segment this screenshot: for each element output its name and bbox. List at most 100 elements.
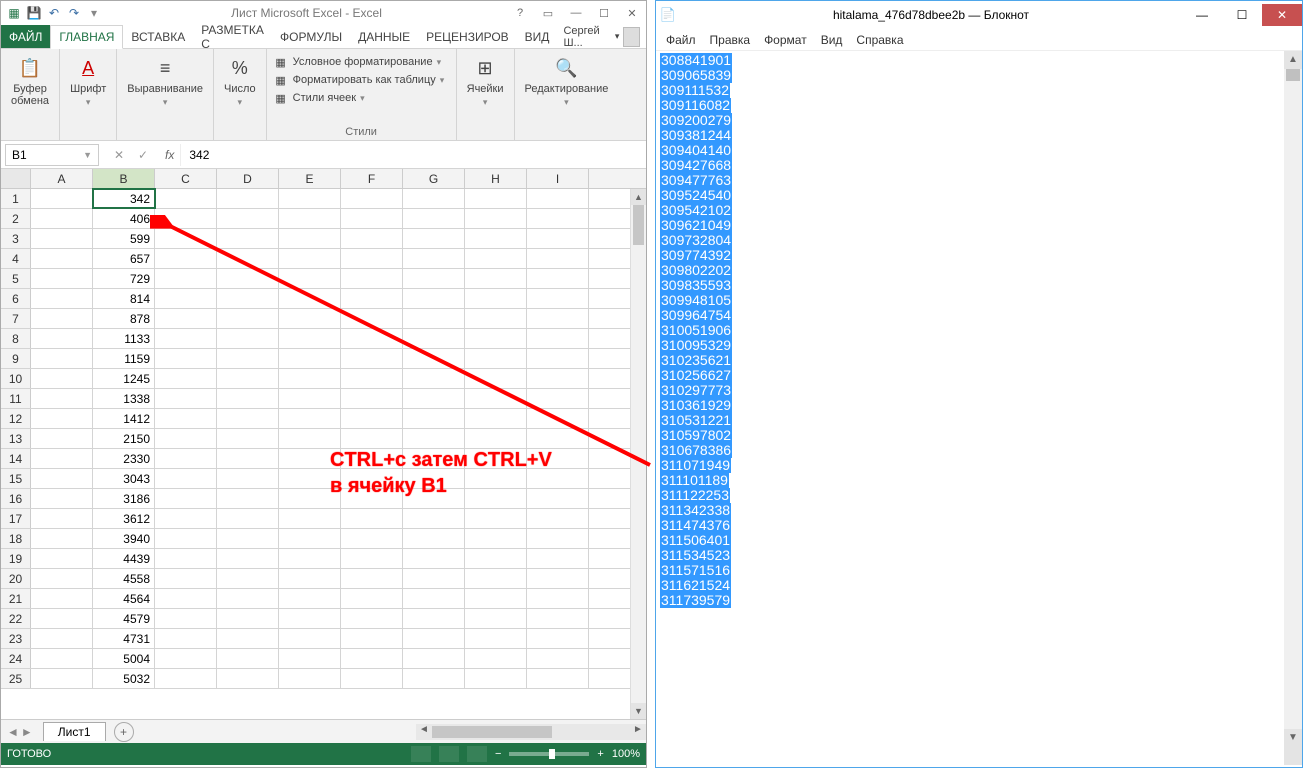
tab-data[interactable]: ДАННЫЕ (350, 25, 418, 48)
cell[interactable]: 1338 (93, 389, 155, 408)
cell[interactable] (403, 349, 465, 368)
cell[interactable] (341, 549, 403, 568)
cell[interactable] (341, 589, 403, 608)
cell[interactable] (341, 289, 403, 308)
cell[interactable] (403, 629, 465, 648)
cell[interactable] (341, 269, 403, 288)
cell[interactable] (279, 429, 341, 448)
row-header[interactable]: 4 (1, 249, 31, 268)
cell[interactable] (217, 429, 279, 448)
cell[interactable] (341, 349, 403, 368)
cell[interactable] (527, 229, 589, 248)
cell[interactable] (279, 309, 341, 328)
cell[interactable]: 599 (93, 229, 155, 248)
cell[interactable] (403, 269, 465, 288)
cell[interactable] (217, 629, 279, 648)
alignment-button[interactable]: ≡ Выравнивание ▾ (123, 53, 207, 110)
scroll-thumb[interactable] (633, 205, 644, 245)
cell[interactable] (465, 529, 527, 548)
column-header[interactable]: D (217, 169, 279, 188)
cell[interactable] (403, 189, 465, 208)
cell[interactable]: 5004 (93, 649, 155, 668)
cell[interactable]: 814 (93, 289, 155, 308)
cell[interactable] (341, 629, 403, 648)
cell[interactable] (217, 389, 279, 408)
cell[interactable]: 878 (93, 309, 155, 328)
cell[interactable] (341, 309, 403, 328)
page-break-view-icon[interactable] (467, 746, 487, 762)
row-header[interactable]: 8 (1, 329, 31, 348)
cell[interactable]: 729 (93, 269, 155, 288)
cell[interactable] (527, 589, 589, 608)
cell[interactable]: 1133 (93, 329, 155, 348)
cell[interactable] (279, 469, 341, 488)
tab-view[interactable]: ВИД (517, 25, 558, 48)
cell[interactable] (31, 609, 93, 628)
cell[interactable] (279, 549, 341, 568)
cancel-icon[interactable]: ✕ (111, 148, 127, 162)
cell[interactable] (155, 249, 217, 268)
cell[interactable] (341, 609, 403, 628)
cell[interactable] (341, 369, 403, 388)
cell[interactable] (403, 569, 465, 588)
cell[interactable] (217, 309, 279, 328)
cell[interactable] (217, 569, 279, 588)
cell[interactable] (403, 489, 465, 508)
cell[interactable] (31, 509, 93, 528)
cell[interactable] (527, 629, 589, 648)
cell[interactable]: 3940 (93, 529, 155, 548)
cell[interactable] (31, 329, 93, 348)
cell[interactable] (217, 469, 279, 488)
row-header[interactable]: 2 (1, 209, 31, 228)
cell[interactable] (465, 449, 527, 468)
cell[interactable] (31, 469, 93, 488)
scroll-up-icon[interactable]: ▲ (631, 189, 646, 205)
cell[interactable] (155, 209, 217, 228)
cell[interactable] (403, 229, 465, 248)
cell[interactable] (341, 189, 403, 208)
cell[interactable] (465, 569, 527, 588)
qat-customize-icon[interactable]: ▾ (85, 4, 103, 22)
paste-button[interactable]: 📋 Буфер обмена (7, 53, 53, 109)
row-header[interactable]: 11 (1, 389, 31, 408)
row-header[interactable]: 23 (1, 629, 31, 648)
cell[interactable] (341, 249, 403, 268)
cell[interactable] (527, 209, 589, 228)
cell[interactable] (403, 609, 465, 628)
cell[interactable] (527, 509, 589, 528)
cell[interactable] (341, 329, 403, 348)
scroll-down-icon[interactable]: ▼ (1284, 729, 1302, 747)
row-header[interactable]: 3 (1, 229, 31, 248)
cell[interactable] (341, 529, 403, 548)
cell[interactable] (279, 209, 341, 228)
cell[interactable] (217, 349, 279, 368)
row-header[interactable]: 16 (1, 489, 31, 508)
menu-format[interactable]: Формат (764, 33, 807, 47)
cell[interactable] (279, 569, 341, 588)
minimize-icon[interactable]: — (562, 3, 590, 23)
cell[interactable] (527, 469, 589, 488)
cell[interactable] (527, 409, 589, 428)
cell[interactable] (279, 529, 341, 548)
cell[interactable]: 1245 (93, 369, 155, 388)
cell[interactable] (155, 289, 217, 308)
cell[interactable] (465, 369, 527, 388)
cell[interactable] (31, 229, 93, 248)
close-icon[interactable]: ✕ (618, 3, 646, 23)
cell[interactable] (217, 509, 279, 528)
cell[interactable] (465, 609, 527, 628)
cell[interactable] (403, 369, 465, 388)
scroll-down-icon[interactable]: ▼ (631, 703, 646, 719)
cell[interactable] (465, 469, 527, 488)
menu-file[interactable]: Файл (666, 33, 696, 47)
tab-insert[interactable]: ВСТАВКА (123, 25, 193, 48)
chevron-down-icon[interactable]: ▼ (83, 150, 92, 160)
cell[interactable] (341, 409, 403, 428)
hscroll-thumb[interactable] (432, 726, 552, 738)
cell[interactable]: 3186 (93, 489, 155, 508)
cell[interactable] (155, 609, 217, 628)
normal-view-icon[interactable] (411, 746, 431, 762)
row-header[interactable]: 7 (1, 309, 31, 328)
cell[interactable] (155, 409, 217, 428)
column-header[interactable]: B (93, 169, 155, 188)
